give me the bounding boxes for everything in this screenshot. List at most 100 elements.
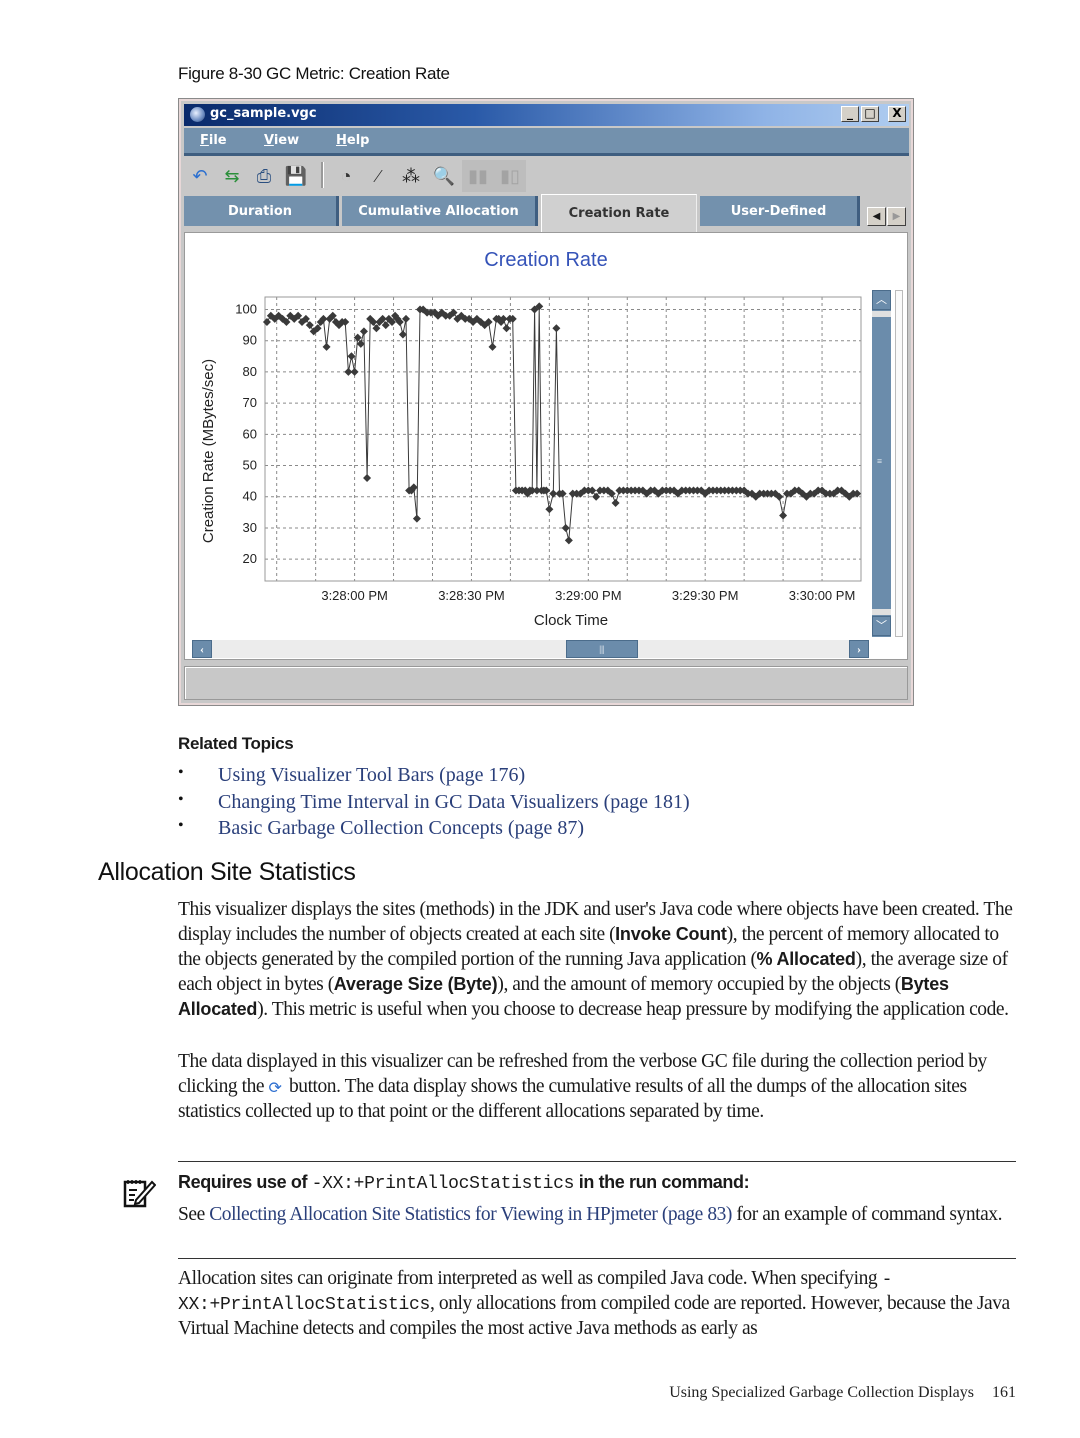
scroll-left-button[interactable]: ‹ (192, 640, 212, 658)
data-point (398, 330, 407, 339)
horizontal-scrollbar[interactable] (192, 640, 869, 658)
note-bottom-rule (178, 1258, 1016, 1259)
series-line (266, 306, 858, 541)
chart-grid (265, 297, 862, 581)
scatter-plot-icon[interactable]: ⁂ (399, 164, 423, 188)
related-topics-heading: Related Topics (178, 734, 294, 753)
tab-creation-rate[interactable]: Creation Rate (541, 194, 697, 232)
creation-rate-chart: 20 30 40 50 60 70 80 90 100 3:28:00 PM 3:28:30 PM… (200, 296, 862, 629)
toolbar-separator (321, 162, 324, 188)
bullet: • (178, 791, 184, 808)
y-tick-label: 60 (243, 426, 257, 441)
undo-icon[interactable]: ↶ (188, 164, 212, 188)
time-interval-icon[interactable]: ◔ (334, 164, 358, 188)
menu-help[interactable]: Help (336, 133, 369, 148)
tab-scroll-left-button[interactable]: ◀ (867, 207, 886, 226)
y-tick-label: 70 (243, 395, 257, 410)
menu-view[interactable]: View (264, 133, 299, 148)
bullet: • (178, 817, 184, 834)
data-point (592, 492, 601, 501)
related-topic-link[interactable]: Changing Time Interval in GC Data Visual… (218, 791, 690, 814)
data-point (363, 474, 372, 483)
data-point (611, 498, 620, 507)
menu-file[interactable]: File (200, 133, 227, 148)
data-point (545, 505, 554, 514)
scroll-right-button[interactable]: › (849, 640, 869, 658)
x-tick-label: 3:29:30 PM (672, 588, 739, 603)
refresh-icon: ⟳ (268, 1078, 282, 1097)
scroll-up-button[interactable]: ︿ (872, 290, 891, 310)
tab-duration[interactable]: Duration (184, 196, 339, 226)
text: ). This metric is useful when you choose… (257, 999, 1009, 1020)
window-title: gc_sample.vgc (210, 106, 317, 121)
data-point (262, 317, 271, 326)
note-heading: Requires use of -XX:+PrintAllocStatistic… (178, 1172, 750, 1194)
y-tick-label: 90 (243, 333, 257, 348)
footer-title: Using Specialized Garbage Collection Dis… (669, 1384, 974, 1401)
data-point (564, 536, 573, 545)
bar-chart-icon[interactable]: ▮▮ (466, 164, 490, 188)
text: button. The data display shows the cumul… (178, 1076, 967, 1122)
refresh-data-icon[interactable]: ⇆ (220, 164, 244, 188)
x-axis-title: Clock Time (534, 612, 608, 629)
save-icon[interactable]: 💾 (284, 164, 308, 188)
tab-scroll-right-button[interactable]: ▶ (887, 207, 906, 226)
data-point (305, 321, 314, 330)
y-tick-label: 100 (235, 301, 257, 316)
text: Allocation sites can originate from inte… (178, 1268, 882, 1289)
maximize-button[interactable]: □ (861, 106, 879, 122)
term-average-size: Average Size (Byte) (333, 974, 498, 994)
text: See (178, 1204, 210, 1225)
menu-mnemonic: H (336, 133, 347, 148)
paragraph-allocation-sites: Allocation sites can originate from inte… (178, 1267, 1020, 1341)
outer-vertical-scrollbar[interactable] (895, 290, 903, 637)
note-pencil-icon (123, 1180, 156, 1208)
scroll-down-button[interactable]: ﹀ (872, 616, 891, 636)
line-plot-icon[interactable]: ⁄ (366, 164, 390, 188)
term-percent-allocated: % Allocated (756, 949, 856, 969)
paragraph-intro: This visualizer displays the sites (meth… (178, 898, 1020, 1022)
menu-label: elp (346, 133, 370, 148)
cross-reference-link[interactable]: Collecting Allocation Site Statistics fo… (209, 1204, 732, 1225)
series-markers (262, 302, 862, 545)
section-title: Allocation Site Statistics (98, 858, 356, 886)
tab-cumulative-allocation[interactable]: Cumulative Allocation (342, 196, 538, 226)
menu-mnemonic: F (200, 133, 209, 148)
zoom-out-icon[interactable]: 🔍 (432, 164, 456, 188)
close-button[interactable]: X (888, 106, 906, 122)
x-tick-label: 3:28:30 PM (438, 588, 505, 603)
y-axis-title: Creation Rate (MBytes/sec) (200, 359, 217, 543)
x-axis-ticks: 3:28:00 PM 3:28:30 PM 3:29:00 PM 3:29:30 PM… (321, 588, 855, 603)
data-point (412, 514, 421, 523)
paragraph-refresh: The data displayed in this visualizer ca… (178, 1049, 1020, 1124)
text: ), and the amount of memory occupied by … (497, 974, 901, 995)
page-footer: Using Specialized Garbage Collection Dis… (560, 1384, 1016, 1402)
x-tick-label: 3:30:00 PM (789, 588, 856, 603)
print-icon[interactable]: ⎙ (252, 164, 276, 188)
y-tick-label: 30 (243, 520, 257, 535)
figure-caption: Figure 8-30 GC Metric: Creation Rate (178, 64, 450, 83)
x-tick-label: 3:28:00 PM (321, 588, 388, 603)
status-bar (184, 666, 908, 700)
y-tick-label: 20 (243, 551, 257, 566)
related-topic-link[interactable]: Basic Garbage Collection Concepts (page … (218, 817, 584, 840)
data-point (561, 523, 570, 532)
text: for an example of command syntax. (731, 1204, 1003, 1225)
menu-label: iew (273, 133, 300, 148)
y-tick-label: 80 (243, 364, 257, 379)
bullet: • (178, 764, 184, 781)
menu-label: ile (208, 133, 227, 148)
tab-user-defined[interactable]: User-Defined (700, 196, 860, 226)
related-topic-link[interactable]: Using Visualizer Tool Bars (page 176) (218, 764, 525, 787)
stacked-bar-icon[interactable]: ▮▯ (498, 164, 522, 188)
term-invoke-count: Invoke Count (615, 924, 727, 944)
menu-mnemonic: V (264, 133, 274, 148)
data-point (488, 342, 497, 351)
data-point (359, 327, 368, 336)
x-tick-label: 3:29:00 PM (555, 588, 622, 603)
minimize-button[interactable]: _ (841, 106, 859, 122)
text: Requires use of (178, 1172, 312, 1192)
y-tick-label: 50 (243, 458, 257, 473)
note-top-rule (178, 1161, 1016, 1162)
horizontal-scroll-thumb[interactable]: ||| (566, 640, 638, 658)
